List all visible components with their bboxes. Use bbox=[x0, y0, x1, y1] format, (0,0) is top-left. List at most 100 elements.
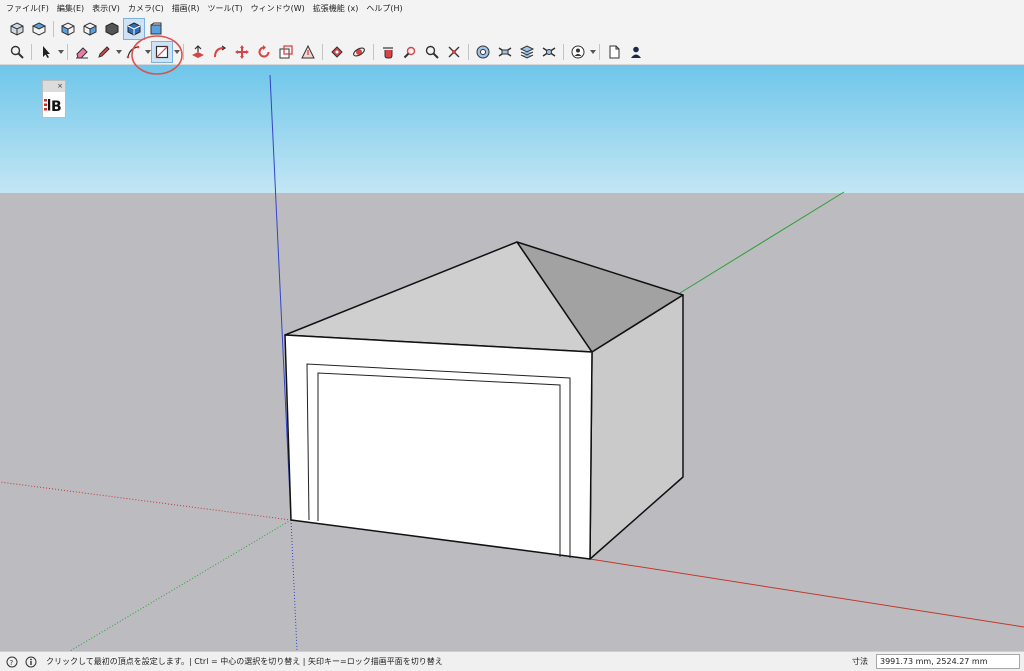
zoom-icon bbox=[10, 45, 24, 59]
zoom-window-icon bbox=[425, 45, 439, 59]
menu-window[interactable]: ウィンドウ(W) bbox=[251, 0, 305, 17]
menu-help[interactable]: ヘルプ(H) bbox=[366, 0, 402, 17]
chevron-down-icon bbox=[57, 50, 64, 54]
toolbar-separator bbox=[599, 44, 600, 60]
menu-edit[interactable]: 編集(E) bbox=[57, 0, 84, 17]
account-button[interactable] bbox=[625, 41, 647, 63]
pencil-button[interactable] bbox=[93, 41, 115, 63]
pencil-dropdown[interactable] bbox=[115, 41, 122, 63]
top-view-button[interactable] bbox=[28, 18, 50, 40]
front-view-button[interactable] bbox=[57, 18, 79, 40]
close-icon[interactable]: × bbox=[57, 81, 63, 92]
select-button[interactable] bbox=[35, 41, 57, 63]
user-dropdown[interactable] bbox=[589, 41, 596, 63]
pan-icon bbox=[383, 47, 393, 59]
orbit-button[interactable] bbox=[348, 41, 370, 63]
floating-extension-panel[interactable]: × B bbox=[42, 80, 66, 118]
follow-me-icon bbox=[214, 45, 227, 58]
toolbar-separator bbox=[468, 44, 469, 60]
section-plane-button[interactable] bbox=[443, 41, 465, 63]
rotate-button[interactable] bbox=[253, 41, 275, 63]
pan-button[interactable] bbox=[377, 41, 399, 63]
panel-titlebar[interactable]: × bbox=[43, 81, 65, 92]
eraser-icon bbox=[76, 47, 88, 59]
zoom-extents-icon bbox=[403, 46, 416, 59]
toolbar-separator bbox=[31, 44, 32, 60]
toolbar-separator bbox=[373, 44, 374, 60]
move-icon bbox=[235, 45, 249, 59]
menu-draw[interactable]: 描画(R) bbox=[172, 0, 200, 17]
section-plane-icon bbox=[448, 46, 460, 58]
paint-bucket-icon bbox=[331, 46, 343, 58]
menu-extensions[interactable]: 拡張機能 (x) bbox=[313, 0, 359, 17]
pencil-icon bbox=[98, 46, 110, 58]
dimensions-icon bbox=[476, 45, 490, 59]
top-view-icon bbox=[31, 21, 47, 36]
move-button[interactable] bbox=[231, 41, 253, 63]
follow-me-button[interactable] bbox=[209, 41, 231, 63]
toolbar-separator bbox=[563, 44, 564, 60]
account-icon bbox=[631, 46, 641, 58]
zoom-window-button[interactable] bbox=[421, 41, 443, 63]
menu-bar: ファイル(F) 編集(E) 表示(V) カメラ(C) 描画(R) ツール(T) … bbox=[0, 0, 1024, 17]
user-icon bbox=[571, 45, 585, 59]
sky bbox=[0, 65, 1024, 193]
front-wall bbox=[284, 334, 593, 560]
chevron-down-icon bbox=[589, 50, 596, 54]
menu-file[interactable]: ファイル(F) bbox=[6, 0, 49, 17]
menu-view[interactable]: 表示(V) bbox=[92, 0, 120, 17]
extension-logo-icon: B bbox=[44, 98, 62, 114]
info-icon bbox=[25, 656, 37, 667]
iso-view-icon bbox=[10, 21, 24, 36]
toolbar-separator bbox=[322, 44, 323, 60]
3d-viewport[interactable] bbox=[0, 65, 1024, 651]
rectangle-tool-highlight-ring bbox=[131, 35, 183, 75]
select-icon bbox=[43, 46, 50, 58]
extension-logo-letter: B bbox=[51, 99, 62, 114]
front-view-icon bbox=[61, 21, 75, 36]
text-button[interactable] bbox=[494, 41, 516, 63]
menu-camera[interactable]: カメラ(C) bbox=[128, 0, 164, 17]
scale-button[interactable] bbox=[275, 41, 297, 63]
chevron-down-icon bbox=[115, 50, 122, 54]
orbit-icon bbox=[353, 47, 365, 57]
extension-logo[interactable]: B bbox=[43, 92, 65, 117]
status-hint-text: クリックして最初の頂点を設定します。| Ctrl = 中心の選択を切り替え | … bbox=[46, 657, 443, 666]
axes-icon bbox=[542, 47, 556, 57]
axes-button[interactable] bbox=[538, 41, 560, 63]
geolocation-status[interactable]: ? bbox=[5, 655, 19, 669]
select-dropdown[interactable] bbox=[57, 41, 64, 63]
toolbar-separator bbox=[67, 44, 68, 60]
back-view-button[interactable] bbox=[101, 18, 123, 40]
scene-canvas bbox=[0, 65, 1024, 651]
scale-icon bbox=[279, 45, 293, 59]
back-view-icon bbox=[105, 21, 119, 36]
right-view-icon bbox=[83, 21, 97, 36]
geolocation-icon: ? bbox=[6, 656, 18, 667]
3d-text-icon bbox=[519, 45, 535, 59]
status-bar: ? クリックして最初の頂点を設定します。| Ctrl = 中心の選択を切り替え … bbox=[0, 651, 1024, 671]
svg-text:?: ? bbox=[10, 659, 14, 667]
eraser-button[interactable] bbox=[71, 41, 93, 63]
zoom-extents-button[interactable] bbox=[399, 41, 421, 63]
push-pull-button[interactable] bbox=[187, 41, 209, 63]
paint-bucket-button[interactable] bbox=[326, 41, 348, 63]
measurements-label: 寸法 bbox=[852, 657, 868, 666]
protractor-button[interactable] bbox=[297, 41, 319, 63]
3d-text-button[interactable] bbox=[516, 41, 538, 63]
push-pull-icon bbox=[192, 45, 204, 58]
right-view-button[interactable] bbox=[79, 18, 101, 40]
info-status[interactable] bbox=[24, 655, 38, 669]
user-button[interactable] bbox=[567, 41, 589, 63]
zoom-button[interactable] bbox=[6, 41, 28, 63]
iso-view-button[interactable] bbox=[6, 18, 28, 40]
dimensions-button[interactable] bbox=[472, 41, 494, 63]
toolbar-separator bbox=[53, 20, 54, 37]
text-icon bbox=[498, 47, 512, 57]
menu-tools[interactable]: ツール(T) bbox=[208, 0, 243, 17]
rotate-icon bbox=[258, 45, 270, 58]
protractor-icon bbox=[301, 44, 315, 59]
model-info-icon bbox=[609, 45, 620, 59]
measurements-input[interactable] bbox=[876, 654, 1020, 669]
model-info-button[interactable] bbox=[603, 41, 625, 63]
